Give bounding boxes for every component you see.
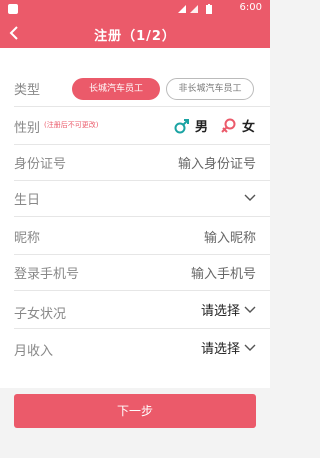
- children-select-value[interactable]: 请选择: [201, 300, 240, 319]
- children-label: 子女状况: [14, 307, 67, 322]
- id-number-row: 身份证号 输入身份证号: [14, 144, 270, 181]
- id-number-label: 身份证号: [14, 157, 67, 172]
- income-select-value[interactable]: 请选择: [201, 338, 240, 357]
- type-row: 类型 长城汽车员工 非长城汽车员工: [14, 70, 270, 107]
- birthday-label: 生日: [14, 193, 41, 208]
- phone-row: 登录手机号 输入手机号: [14, 254, 270, 291]
- signal-battery-icons: [178, 4, 212, 14]
- phone-input[interactable]: 输入手机号: [191, 263, 256, 282]
- chevron-down-icon[interactable]: [244, 194, 256, 202]
- income-row[interactable]: 月收入 请选择: [14, 330, 270, 366]
- nickname-row: 昵称 输入昵称: [14, 218, 270, 255]
- status-time: 6:00: [239, 2, 262, 13]
- notification-icon: [8, 4, 18, 14]
- page-title: 注册（1/2）: [94, 29, 176, 44]
- app-header: 注册（1/2）: [0, 18, 270, 48]
- female-icon[interactable]: [220, 118, 236, 134]
- nickname-label: 昵称: [14, 231, 41, 246]
- chevron-down-icon[interactable]: [244, 344, 256, 352]
- income-label: 月收入: [14, 344, 54, 359]
- type-option-non-employee[interactable]: 非长城汽车员工: [166, 78, 254, 100]
- next-step-button[interactable]: 下一步: [14, 394, 256, 428]
- birthday-row[interactable]: 生日: [14, 180, 270, 217]
- gender-female[interactable]: 女: [242, 116, 255, 135]
- chevron-down-icon[interactable]: [244, 306, 256, 314]
- gender-row: 性别 (注册后不可更改) 男 女: [14, 108, 270, 145]
- gender-male[interactable]: 男: [195, 116, 208, 135]
- male-icon[interactable]: [174, 118, 190, 134]
- id-number-input[interactable]: 输入身份证号: [178, 153, 256, 172]
- phone-label: 登录手机号: [14, 267, 80, 282]
- type-option-employee[interactable]: 长城汽车员工: [72, 78, 160, 100]
- gender-label: 性别: [14, 121, 41, 136]
- children-row[interactable]: 子女状况 请选择: [14, 292, 270, 329]
- registration-form: 类型 长城汽车员工 非长城汽车员工 性别 (注册后不可更改) 男 女 身份证号 …: [0, 48, 270, 388]
- type-label: 类型: [14, 83, 41, 98]
- gender-hint: (注册后不可更改): [44, 121, 99, 129]
- nickname-input[interactable]: 输入昵称: [204, 227, 256, 246]
- status-bar: 6:00: [0, 0, 270, 18]
